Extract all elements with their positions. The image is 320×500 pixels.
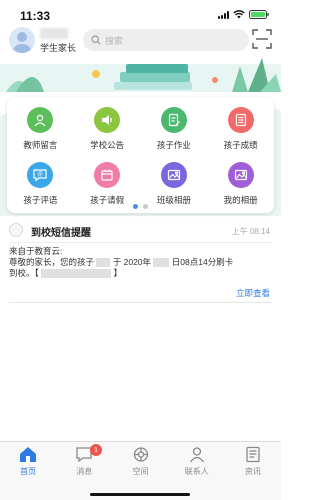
message-body[interactable]: 来自于教育云: 尊敬的家长，您的孩子 于 2020年 日08点14分刷卡 到校。… <box>9 246 272 279</box>
tab-label: 联系人 <box>184 467 209 476</box>
battery-icon <box>249 10 269 19</box>
search-icon <box>91 35 101 45</box>
message-divider <box>9 242 272 243</box>
page-dot[interactable] <box>143 204 148 209</box>
grid-item-teacher-message[interactable]: 教师留言 <box>7 107 74 151</box>
grid-item-homework[interactable]: 孩子作业 <box>141 107 208 151</box>
grid-item-label: 学校公告 <box>90 140 125 150</box>
message-line-3: 到校。【 】 <box>9 268 272 279</box>
redacted-date <box>153 258 170 268</box>
grid-item-my-album[interactable]: 我的相册 <box>207 162 274 206</box>
user-name-redacted <box>40 28 68 39</box>
class-album-icon <box>160 162 187 188</box>
grid-item-class-album[interactable]: 班级相册 <box>141 162 208 206</box>
feature-card: 教师留言 学校公告 孩子作业 孩子成绩 评 孩子评语 孩子请假 班级相册 我的相… <box>7 97 274 213</box>
tab-messages[interactable]: 1 消息 <box>56 442 112 482</box>
tab-home[interactable]: 首页 <box>0 442 56 482</box>
page-indicator[interactable] <box>0 204 281 209</box>
comment-icon: 评 <box>27 162 54 188</box>
homework-icon <box>160 107 187 133</box>
feature-grid: 教师留言 学校公告 孩子作业 孩子成绩 评 孩子评语 孩子请假 班级相册 我的相… <box>7 107 274 206</box>
contacts-icon <box>189 447 204 463</box>
grades-icon <box>227 107 254 133</box>
message-line-2-a: 尊敬的家长，您的孩子 <box>9 257 95 267</box>
message-line-3-a: 到校。【 <box>9 268 39 278</box>
page-dot-active[interactable] <box>133 204 138 209</box>
redacted-child-name <box>96 258 111 268</box>
message-card-header[interactable]: 到校短信提醒 上午 08:14 <box>0 220 281 242</box>
message-title: 到校短信提醒 <box>31 228 91 239</box>
grid-item-label: 孩子成绩 <box>223 140 258 150</box>
message-line-2-c: 日08点14分刷卡 <box>171 257 234 267</box>
home-icon <box>20 447 37 462</box>
home-indicator[interactable] <box>90 493 190 496</box>
redacted-school-name <box>41 269 112 279</box>
my-album-icon <box>227 162 254 188</box>
tab-label: 首页 <box>20 467 37 476</box>
grid-item-comment[interactable]: 评 孩子评语 <box>7 162 74 206</box>
grid-item-leave[interactable]: 孩子请假 <box>74 162 141 206</box>
grid-item-grades[interactable]: 孩子成绩 <box>207 107 274 151</box>
grid-item-label: 教师留言 <box>23 140 58 150</box>
tab-space[interactable]: 空间 <box>112 442 168 482</box>
view-now-link[interactable]: 立即查看 <box>236 287 270 299</box>
wifi-icon <box>233 10 245 19</box>
school-announcement-icon <box>94 107 121 133</box>
message-line-1: 来自于教育云: <box>9 246 63 256</box>
tab-bar: 首页 1 消息 空间 联系人 资讯 <box>0 441 281 500</box>
tab-label: 空间 <box>132 467 149 476</box>
leave-icon <box>94 162 121 188</box>
tab-label: 资讯 <box>244 467 261 476</box>
status-bar: 11:33 <box>0 0 281 26</box>
scan-icon[interactable] <box>252 29 272 49</box>
unread-badge: 1 <box>89 444 102 456</box>
message-line-2: 尊敬的家长，您的孩子 于 2020年 日08点14分刷卡 <box>9 257 272 268</box>
news-icon <box>246 446 260 463</box>
user-label: 学生家长 <box>40 43 77 53</box>
tab-label: 消息 <box>76 467 93 476</box>
search-placeholder: 搜索 <box>105 35 124 46</box>
message-time: 上午 08:14 <box>231 227 270 236</box>
grid-item-label: 孩子作业 <box>156 140 191 150</box>
signal-icon <box>218 10 229 19</box>
space-icon <box>133 447 148 462</box>
message-line-3-b: 】 <box>113 268 123 278</box>
status-time: 11:33 <box>20 9 51 23</box>
svg-text:评: 评 <box>37 171 43 179</box>
message-card-bottom-border <box>9 302 272 303</box>
teacher-message-icon <box>27 107 54 133</box>
status-icons <box>218 10 269 19</box>
tab-news[interactable]: 资讯 <box>225 442 281 482</box>
header: 学生家长 搜索 <box>0 26 281 56</box>
tab-contacts[interactable]: 联系人 <box>169 442 225 482</box>
sms-icon <box>9 223 23 237</box>
message-line-2-b: 于 2020年 <box>112 257 152 267</box>
search-input[interactable]: 搜索 <box>83 29 249 51</box>
grid-item-school-announcement[interactable]: 学校公告 <box>74 107 141 151</box>
avatar[interactable] <box>9 27 35 53</box>
